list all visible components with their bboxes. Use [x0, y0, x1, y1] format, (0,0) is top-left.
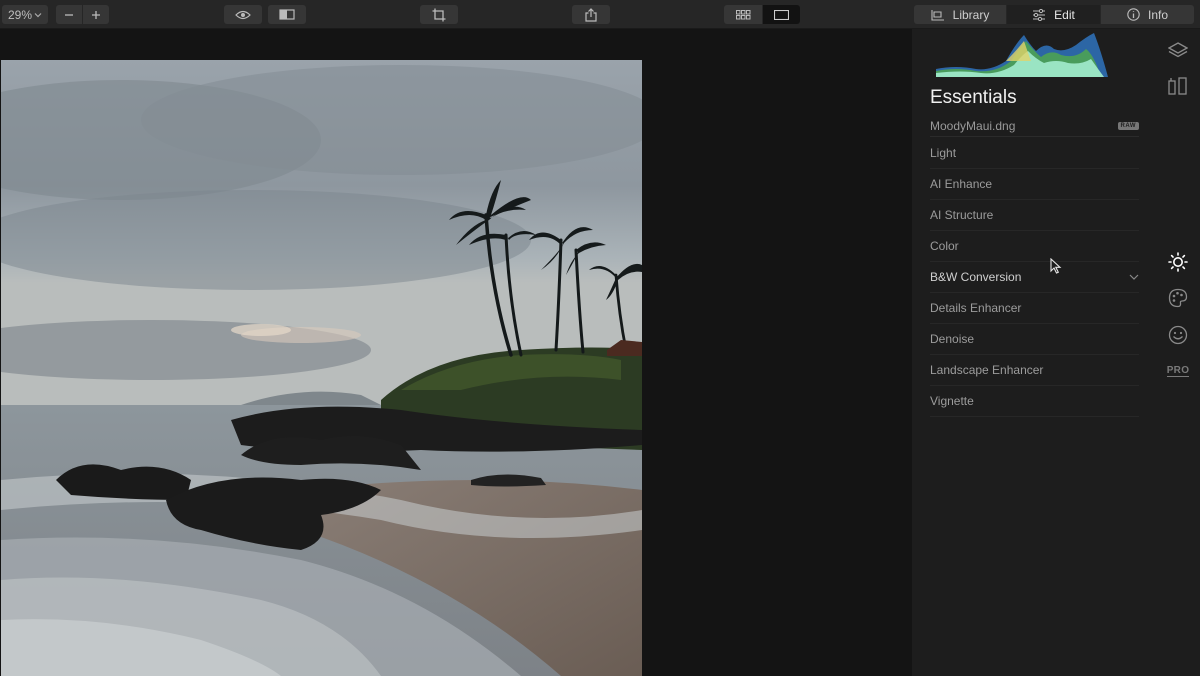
- presets-icon: [1168, 77, 1187, 95]
- photo-preview[interactable]: [1, 60, 642, 676]
- compare-button[interactable]: [268, 5, 306, 24]
- presets-button[interactable]: [1164, 72, 1192, 100]
- tool-ai-enhance[interactable]: AI Enhance: [930, 169, 1139, 200]
- share-button[interactable]: [572, 5, 610, 24]
- creative-button[interactable]: [1164, 284, 1192, 312]
- tool-bw-conversion[interactable]: B&W Conversion: [930, 262, 1139, 293]
- tab-edit[interactable]: Edit: [1007, 5, 1100, 24]
- single-view-icon: [774, 9, 789, 20]
- tool-label: Vignette: [930, 394, 974, 408]
- layers-icon: [1168, 42, 1188, 58]
- zoom-dropdown[interactable]: 29%: [2, 5, 48, 24]
- tool-label: Color: [930, 239, 959, 253]
- mode-tabs: Library Edit Info: [914, 5, 1194, 24]
- grid-icon: [735, 9, 750, 19]
- tool-category-sidebar: PRO: [1164, 29, 1192, 676]
- plus-icon: [92, 10, 100, 19]
- library-icon: [931, 9, 944, 21]
- crop-button[interactable]: [420, 5, 458, 24]
- preview-button[interactable]: [224, 5, 262, 24]
- tool-label: AI Structure: [930, 208, 994, 222]
- tab-library-label: Library: [952, 7, 990, 22]
- single-view-button[interactable]: [763, 5, 800, 24]
- file-name: MoodyMaui.dng: [930, 118, 1016, 133]
- tool-details-enhancer[interactable]: Details Enhancer: [930, 293, 1139, 324]
- layers-button[interactable]: [1164, 37, 1192, 65]
- pro-button[interactable]: PRO: [1164, 357, 1192, 385]
- tool-color[interactable]: Color: [930, 231, 1139, 262]
- pro-label: PRO: [1166, 365, 1190, 377]
- minus-icon: [65, 13, 73, 16]
- tool-vignette[interactable]: Vignette: [930, 386, 1139, 417]
- tab-info-label: Info: [1147, 7, 1168, 22]
- tool-label: Light: [930, 146, 957, 160]
- compare-split-icon: [279, 9, 295, 20]
- chevron-down-icon: [34, 12, 42, 17]
- raw-badge: RAW: [1117, 121, 1139, 130]
- tool-label: B&W Conversion: [930, 270, 1022, 284]
- zoom-value: 29%: [8, 7, 33, 22]
- tool-denoise[interactable]: Denoise: [930, 324, 1139, 355]
- tab-library[interactable]: Library: [914, 5, 1006, 24]
- tool-label: AI Enhance: [930, 177, 993, 191]
- smile-icon: [1168, 325, 1188, 345]
- eye-icon: [235, 10, 251, 19]
- tool-label: Denoise: [930, 332, 975, 346]
- panel-title: Essentials: [930, 87, 1017, 108]
- sliders-icon: [1033, 8, 1046, 21]
- palette-icon: [1168, 288, 1188, 308]
- top-toolbar: 29% Library Edit Info: [0, 0, 1200, 29]
- histogram: [936, 33, 1108, 77]
- tool-ai-structure[interactable]: AI Structure: [930, 200, 1139, 231]
- essentials-button[interactable]: [1164, 248, 1192, 276]
- tool-landscape-enhancer[interactable]: Landscape Enhancer: [930, 355, 1139, 386]
- mouse-cursor-icon: [1050, 258, 1062, 274]
- tool-label: Landscape Enhancer: [930, 363, 1044, 377]
- grid-view-button[interactable]: [724, 5, 762, 24]
- crop-icon: [432, 8, 446, 21]
- zoom-in-button[interactable]: [83, 5, 109, 24]
- share-icon: [585, 7, 597, 22]
- beach-photo: [1, 60, 642, 676]
- tab-edit-label: Edit: [1054, 7, 1075, 22]
- chevron-down-icon[interactable]: [1129, 274, 1139, 280]
- tab-info[interactable]: Info: [1101, 5, 1194, 24]
- tool-label: Details Enhancer: [930, 301, 1022, 315]
- tool-light[interactable]: Light: [930, 138, 1139, 169]
- zoom-out-button[interactable]: [56, 5, 82, 24]
- sun-icon: [1168, 252, 1188, 272]
- portrait-button[interactable]: [1164, 321, 1192, 349]
- info-icon: [1127, 8, 1140, 21]
- tools-list: Light AI Enhance AI Structure Color B&W …: [930, 138, 1139, 417]
- image-canvas[interactable]: [0, 29, 912, 676]
- edit-panel: Essentials MoodyMaui.dng RAW Light AI En…: [912, 29, 1200, 676]
- file-info-row: MoodyMaui.dng RAW: [930, 115, 1139, 137]
